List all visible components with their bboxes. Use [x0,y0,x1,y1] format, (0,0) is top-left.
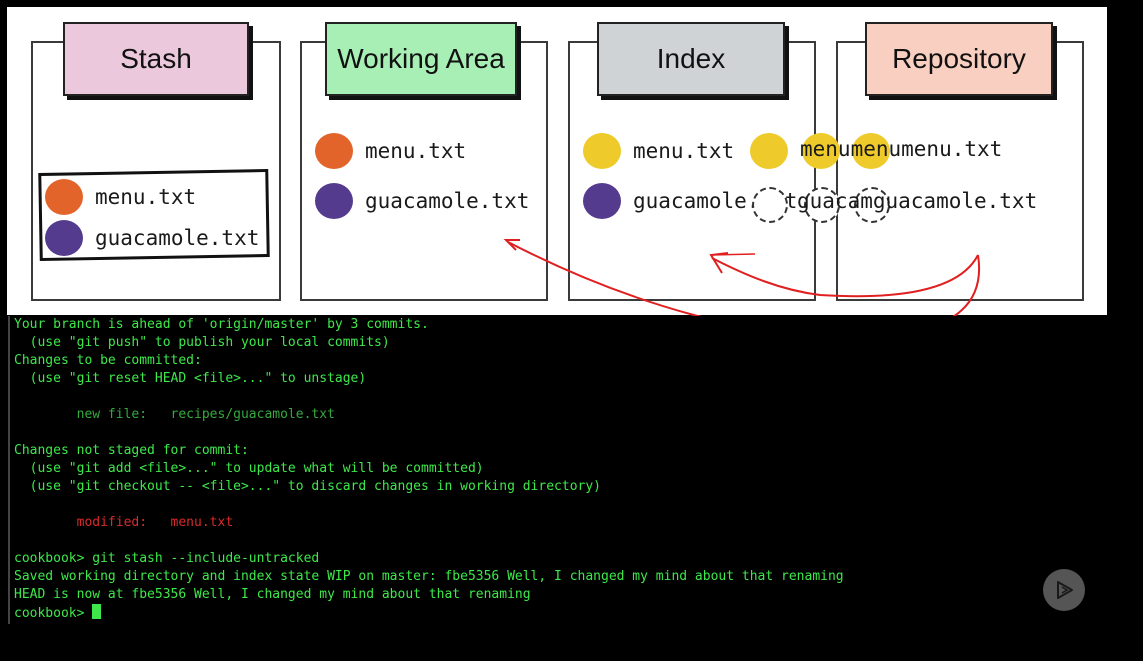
play-button[interactable] [1043,569,1085,611]
purple-blob-icon [315,183,353,219]
repository-file-menu: menumenumenu.txt [800,137,1003,161]
file-label: guacamole.txt [95,226,260,250]
working-file-menu: menu.txt [315,133,466,169]
terminal[interactable]: Your branch is ahead of 'origin/master' … [8,316,1100,624]
terminal-cursor [92,604,102,619]
purple-blob-icon [45,220,83,256]
file-label: guacamole.txt [365,189,530,213]
orange-blob-icon [45,179,83,215]
index-tab: Index [597,22,785,96]
purple-blob-icon [583,183,621,219]
stash-tab: Stash [63,22,249,96]
terminal-line: (use "git checkout -- <file>..." to disc… [14,479,601,494]
terminal-line: Your branch is ahead of 'origin/master' … [14,317,429,332]
terminal-prompt-line[interactable]: cookbook> [14,604,102,623]
terminal-line-modified: modified: menu.txt [14,515,234,530]
terminal-prompt: cookbook> [14,606,93,621]
working-file-guacamole: guacamole.txt [315,183,529,219]
git-areas-diagram: Stash menu.txt guacamole.txt Working Are… [7,7,1107,315]
dashed-circle-icon [752,187,788,223]
repository-file-guacamole: guacamguacamole.txt [797,189,1038,213]
file-label: menu.txt [365,139,467,163]
terminal-line-command: cookbook> git stash --include-untracked [14,551,320,566]
file-label: menu.txt [633,139,735,163]
play-icon [1057,581,1073,599]
terminal-line: (use "git push" to publish your local co… [14,335,390,350]
repository-tab: Repository [865,22,1053,96]
terminal-line: (use "git reset HEAD <file>..." to unsta… [14,371,367,386]
terminal-line: HEAD is now at fbe5356 Well, I changed m… [14,587,531,602]
terminal-line-new-file: new file: recipes/guacamole.txt [14,407,335,422]
stash-file-menu: menu.txt [45,179,196,215]
orange-blob-icon [315,133,353,169]
yellow-blob-icon [750,133,788,169]
index-file-menu: menu.txt [583,133,734,169]
stash-file-guacamole: guacamole.txt [45,220,259,256]
terminal-line: Saved working directory and index state … [14,569,844,584]
working-area-tab: Working Area [325,22,517,96]
terminal-line: (use "git add <file>..." to update what … [14,461,484,476]
terminal-line: Changes to be committed: [14,353,202,368]
file-label: menu.txt [95,185,197,209]
terminal-line: Changes not staged for commit: [14,443,249,458]
yellow-blob-icon [583,133,621,169]
